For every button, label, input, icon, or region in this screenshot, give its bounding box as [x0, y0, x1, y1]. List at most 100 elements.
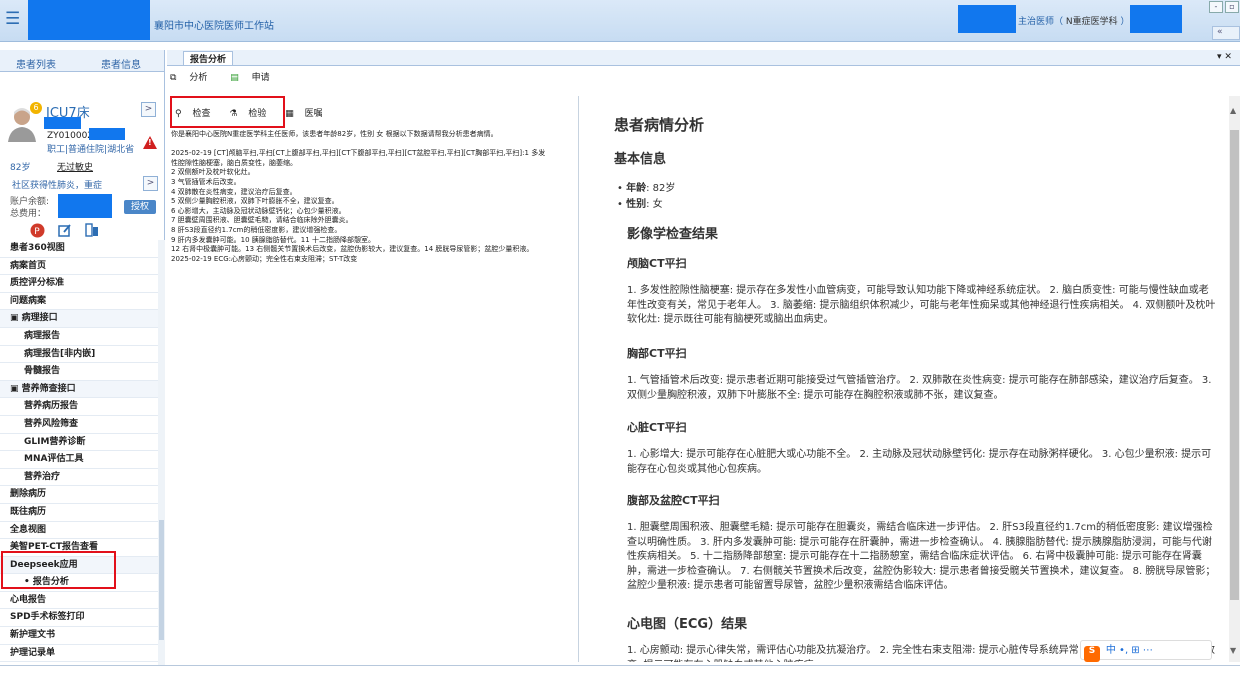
highlight-box-deepseek — [1, 551, 116, 589]
tab-patient-info[interactable]: 患者信息 — [101, 56, 141, 71]
raw-line: 你是襄阳中心医院N重症医学科主任医师，该患者年龄82岁，性别 女 根据以下数据请… — [171, 130, 498, 138]
patient-type: 职工|普通住院|湖北省 — [47, 145, 135, 155]
menu-item-12[interactable]: MNA评估工具 — [0, 451, 158, 469]
raw-line: 2 双侧额叶及枕叶软化灶。 — [171, 168, 255, 177]
raw-line: 4 双肺散在炎性病变，建议治疗后复查。 — [171, 187, 297, 196]
patient-age: 82岁 — [10, 163, 31, 173]
menu-item-14[interactable]: 删除病历 — [0, 486, 158, 504]
doctor-info: 主治医师（ N重症医学科 ） — [1018, 17, 1130, 27]
ime-status: 中 •, ⊞ ⋯ — [1105, 645, 1153, 656]
warning-icon[interactable]: ! — [143, 136, 157, 149]
menu-item-22[interactable]: 新护理文书 — [0, 627, 158, 645]
pin-icon[interactable]: P — [30, 223, 45, 238]
authorize-button[interactable]: 授权 — [124, 200, 156, 214]
raw-line — [171, 140, 577, 150]
heading-head-ct: 颅脑CT平扫 — [627, 257, 687, 270]
menu-item-16[interactable]: 全息视图 — [0, 521, 158, 540]
analysis-title: 患者病情分析 — [614, 116, 705, 134]
menu-item-23[interactable]: 护理记录单 — [0, 644, 158, 663]
sex-item: • 性别: 女 — [617, 199, 663, 210]
menu-item-20[interactable]: 心电报告 — [0, 591, 158, 610]
menu-item-5[interactable]: 病理报告 — [0, 327, 158, 346]
menu-item-10[interactable]: 营养风险筛查 — [0, 415, 158, 434]
bed-badge: 6 — [30, 102, 42, 114]
analysis-scroll-thumb[interactable] — [1230, 130, 1239, 600]
analyze-icon: ⧉ — [170, 73, 177, 83]
raw-line: 8 肝S3段直径约1.7cm的稍低密度影，建议增强检查。 — [171, 225, 342, 234]
menu-item-15[interactable]: 既往病历 — [0, 503, 158, 522]
scroll-up-icon[interactable]: ▲ — [1230, 106, 1236, 115]
patient-id: ZY010002 — [47, 131, 94, 141]
highlight-box-toolbar — [170, 96, 285, 128]
menu-item-21[interactable]: SPD手术标签打印 — [0, 609, 158, 628]
apply-button[interactable]: ▤ 申请 — [230, 73, 279, 83]
menu-icon[interactable]: ☰ — [5, 10, 20, 28]
edit-icon[interactable] — [57, 223, 72, 238]
ime-toolbar[interactable]: S 中 •, ⊞ ⋯ — [1080, 640, 1212, 662]
menu-item-2[interactable]: 质控评分标准 — [0, 275, 158, 293]
order-icon: ▦ — [285, 109, 294, 119]
app-title: 襄阳市中心医院医师工作站 — [154, 21, 274, 32]
main-toolbar: ⧉ 分析 ▤ 申请 — [170, 70, 290, 88]
heart-ct-text: 1. 心影增大: 提示可能存在心脏肥大或心功能不全。 2. 主动脉及冠状动脉壁钙… — [627, 449, 1212, 475]
patient-card: 6 ICU7床 > ZY010002 职工|普通住院|湖北省 ! 82岁 无过敏… — [0, 72, 164, 242]
section-ecg: 心电图（ECG）结果 — [627, 617, 748, 632]
svg-text:P: P — [34, 227, 40, 237]
raw-line: 2025-02-19 [CT]颅脑平扫,平扫[CT上腹部平扫,平扫][CT下腹部… — [171, 149, 546, 158]
device-icon[interactable] — [84, 223, 99, 238]
raw-text: 你是襄阳中心医院N重症医学科主任医师，该患者年龄82岁，性别 女 根据以下数据请… — [171, 130, 577, 264]
patient-tabs: 患者列表 患者信息 — [0, 50, 164, 72]
apply-icon: ▤ — [230, 73, 239, 83]
analysis-pane: 患者病情分析 基本信息 • 年龄: 82岁 • 性别: 女 影像学检查结果 颅脑… — [581, 96, 1229, 662]
menu-item-13[interactable]: 营养治疗 — [0, 468, 158, 487]
section-basic: 基本信息 — [614, 152, 667, 167]
raw-line: 性腔隙性脑梗塞，脑白质变性，脑萎缩。 — [171, 158, 297, 167]
raw-line: 3 气管插管术后改变。 — [171, 177, 241, 186]
menu-scroll-thumb[interactable] — [159, 520, 164, 640]
menu-item-9[interactable]: 营养病历报告 — [0, 398, 158, 416]
restore-button[interactable]: ▫ — [1225, 1, 1239, 13]
heading-abd-ct: 腹部及盆腔CT平扫 — [627, 494, 720, 507]
function-menu: 患者360视图 病案首页 质控评分标准 问题病案 ▣ 病理接口 病理报告 病理报… — [0, 240, 158, 663]
diagnosis-expand-button[interactable]: > — [143, 176, 158, 191]
raw-line: 6 心影增大，主动脉及冠状动脉壁钙化；心包少量积液。 — [171, 206, 346, 215]
tab-patient-list[interactable]: 患者列表 — [16, 56, 56, 71]
patient-name-redacted — [44, 117, 81, 129]
head-ct-text: 1. 多发性腔隙性脑梗塞: 提示存在多发性小血管病变，可能导致认知功能下降或神经… — [627, 285, 1216, 325]
menu-item-7[interactable]: 骨髓报告 — [0, 363, 158, 381]
heading-heart-ct: 心脏CT平扫 — [627, 421, 687, 434]
raw-line: 12 右肾中极囊肿可能。13 右侧髋关节置换术后改变，盆腔伪影较大，建议复查。1… — [171, 245, 534, 254]
hospital-logo — [28, 0, 150, 40]
analyze-button[interactable]: ⧉ 分析 — [170, 73, 217, 83]
raw-line: 2025-02-19 ECG:心房颤动；完全性右束支阻滞；ST-T改变 — [171, 254, 358, 263]
doctor-name-redacted — [1130, 5, 1182, 33]
ime-logo-icon: S — [1084, 646, 1100, 662]
abd-ct-text: 1. 胆囊壁周围积液、胆囊壁毛糙: 提示可能存在胆囊炎，需结合临床进一步评估。 … — [627, 522, 1216, 591]
raw-line: 5 双侧少量胸腔积液，双肺下叶膨胀不全，建议复查。 — [171, 197, 339, 206]
heading-chest-ct: 胸部CT平扫 — [627, 347, 687, 360]
allergy-link[interactable]: 无过敏史 — [57, 160, 93, 173]
age-item: • 年龄: 82岁 — [617, 183, 676, 194]
menu-item-11[interactable]: GLIM营养诊断 — [0, 433, 158, 452]
menu-item-0[interactable]: 患者360视图 — [0, 240, 158, 258]
menu-item-8[interactable]: ▣ 营养筛查接口 — [0, 380, 158, 399]
menu-item-1[interactable]: 病案首页 — [0, 257, 158, 276]
menu-item-6[interactable]: 病理报告[非内嵌] — [0, 345, 158, 364]
raw-line: 9 肝内多发囊肿可能。10 胰腺脂肪替代。11 十二指肠降部憩室。 — [171, 235, 375, 244]
menu-item-4[interactable]: ▣ 病理接口 — [0, 310, 158, 328]
scroll-down-icon[interactable]: ▼ — [1230, 646, 1236, 655]
expand-button[interactable]: > — [141, 102, 156, 117]
minimize-button[interactable]: - — [1209, 1, 1223, 13]
raw-line: 7 胆囊壁周围积液、胆囊壁毛糙，请结合临床除外胆囊炎。 — [171, 216, 353, 225]
doctor-avatar — [958, 5, 1016, 33]
chest-ct-text: 1. 气管插管术后改变: 提示患者近期可能接受过气管插管治疗。 2. 双肺散在炎… — [627, 375, 1212, 401]
account-info: 账户余额: 总费用： — [10, 197, 50, 219]
top-bar: ☰ 襄阳市中心医院医师工作站 主治医师（ N重症医学科 ） - ▫ « — [0, 0, 1240, 42]
order-button[interactable]: ▦ 医嘱 — [285, 109, 330, 119]
section-imaging: 影像学检查结果 — [627, 227, 719, 242]
menu-item-3[interactable]: 问题病案 — [0, 292, 158, 311]
tab-report-analysis[interactable]: 报告分析 — [183, 51, 234, 65]
tab-menu-icon[interactable]: ▾ ✕ — [1217, 52, 1232, 62]
content-tabbar — [167, 50, 1240, 66]
collapse-right-icon[interactable]: « — [1212, 26, 1240, 40]
